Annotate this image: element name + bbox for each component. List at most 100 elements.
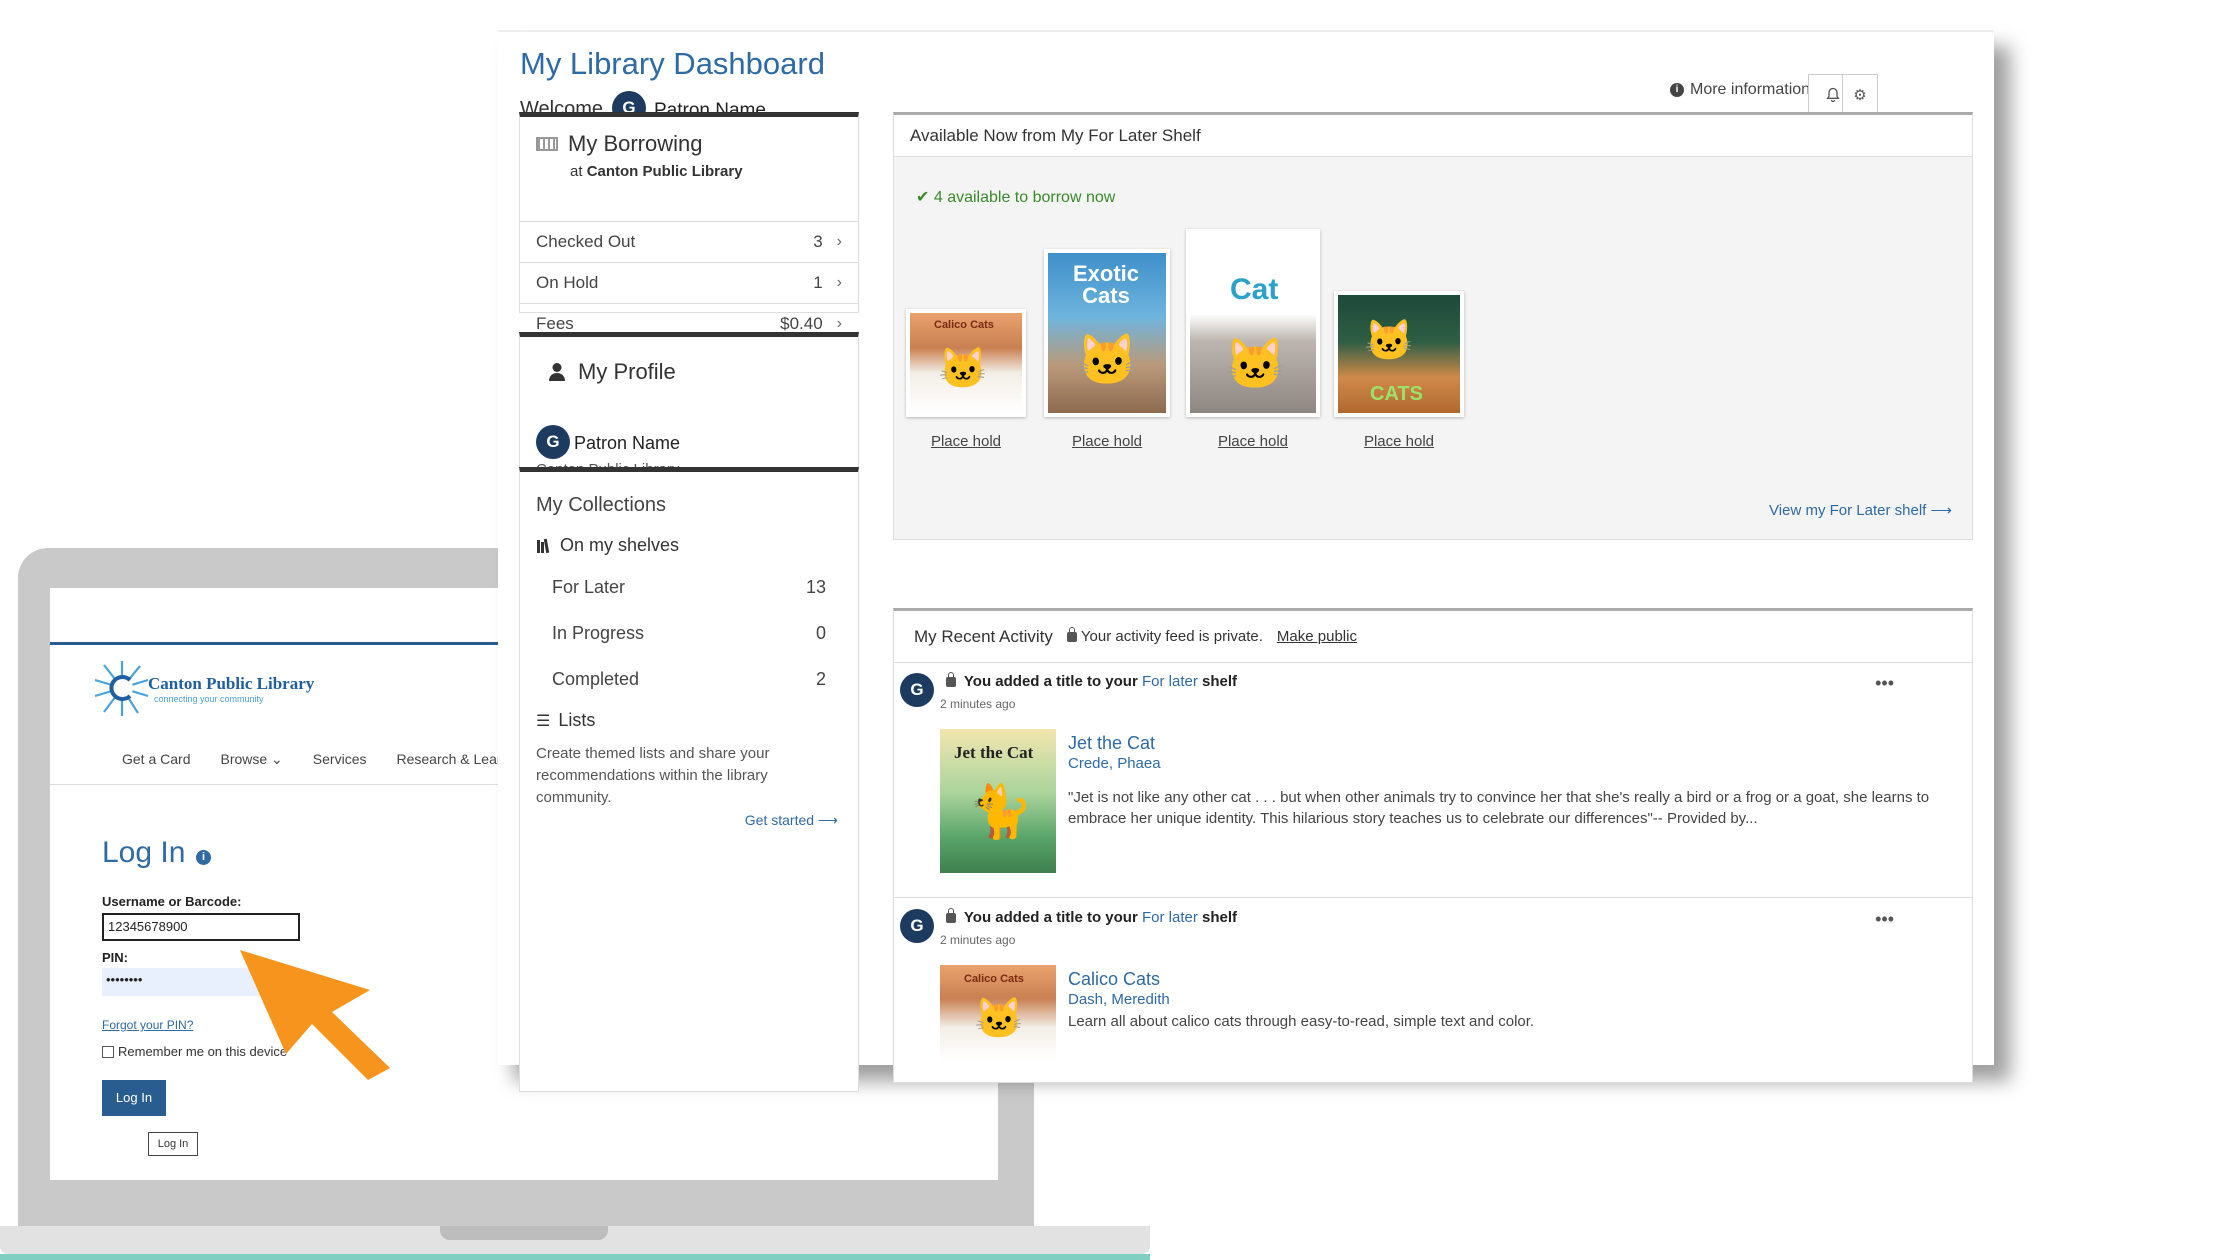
book-description: "Jet is not like any other cat . . . but… (1068, 789, 1930, 827)
make-public-link[interactable]: Make public (1277, 628, 1357, 645)
cat-icon: 🐈 (968, 783, 1033, 841)
shelf-for-later[interactable]: For Later 13 (520, 564, 858, 610)
avatar[interactable]: G (536, 425, 570, 459)
bookshelf-icon (537, 538, 550, 553)
dashboard-window: My Library Dashboard Welcome, G Patron N… (498, 30, 1994, 1092)
recent-activity-header: My Recent Activity Your activity feed is… (894, 611, 1972, 663)
borrowing-library: at Canton Public Library (570, 163, 842, 180)
chevron-right-icon: › (836, 233, 842, 250)
activity-prefix: You added a title to your (963, 909, 1138, 926)
shelf-link[interactable]: For later (1142, 909, 1198, 926)
nav-browse[interactable]: Browse ⌄ (220, 751, 282, 768)
shelf-count: 2 (815, 668, 826, 689)
shelf-completed[interactable]: Completed 2 (520, 656, 858, 702)
forgot-pin-link[interactable]: Forgot your PIN? (102, 1018, 193, 1032)
more-options-icon[interactable]: ••• (1875, 909, 1894, 930)
chevron-right-icon: › (836, 274, 842, 291)
list-icon: ☰ (536, 712, 551, 730)
on-my-shelves[interactable]: On my shelves (520, 527, 858, 564)
at-label: at (570, 163, 583, 180)
profile-header: My Profile (520, 337, 858, 395)
cat-face-icon: 🐱 (1224, 336, 1287, 392)
settings-button[interactable]: ⚙ (1842, 74, 1878, 116)
place-hold-link[interactable]: Place hold (1193, 433, 1313, 450)
login-button-outline[interactable]: Log In (148, 1132, 198, 1156)
activity-time: 2 minutes ago (940, 697, 1016, 711)
activity-text: You added a title to your For later shel… (946, 672, 1238, 690)
view-for-later-shelf-link[interactable]: View my For Later shelf ⟶ (1769, 501, 1952, 519)
login-button[interactable]: Log In (102, 1080, 166, 1116)
privacy-status: Your activity feed is private. (1066, 627, 1263, 645)
activity-divider (894, 897, 1972, 898)
place-hold-link[interactable]: Place hold (1339, 433, 1459, 450)
book-cover-calico-cats[interactable]: Calico Cats 🐱 (906, 309, 1026, 417)
checked-out-row[interactable]: Checked Out 3 › (520, 221, 858, 262)
main-nav: Get a Card Browse ⌄ Services Research & … (122, 751, 509, 768)
pointer-arrow-icon (240, 950, 390, 1080)
more-options-icon[interactable]: ••• (1875, 673, 1894, 694)
remember-checkbox[interactable] (102, 1045, 114, 1058)
cat-face-icon: 🐱 (938, 347, 988, 391)
shelf-link[interactable]: For later (1142, 673, 1198, 690)
username-input[interactable]: 12345678900 (102, 913, 300, 941)
activity-suffix: shelf (1202, 909, 1238, 926)
lists[interactable]: ☰ Lists (520, 702, 858, 739)
book-cover-calico-cats[interactable]: Calico Cats 🐱 (940, 965, 1056, 1061)
avatar[interactable]: G (900, 673, 934, 707)
nav-get-a-card[interactable]: Get a Card (122, 751, 190, 768)
top-border (498, 30, 1994, 32)
book-cover-cat[interactable]: Cat 🐱 (1186, 229, 1320, 417)
pin-label: PIN: (102, 950, 128, 965)
place-hold-link[interactable]: Place hold (906, 433, 1026, 450)
shelves-label: On my shelves (560, 535, 680, 555)
cat-face-icon: 🐱 (1364, 319, 1414, 363)
nav-services[interactable]: Services (313, 751, 367, 768)
book-cover-jet-the-cat[interactable]: Jet the Cat 🐈 (940, 729, 1056, 873)
cover-title: Exotic Cats (1072, 261, 1140, 308)
info-icon[interactable]: i (196, 850, 211, 865)
lock-icon (1066, 627, 1077, 642)
available-count-text: 4 available to borrow now (933, 189, 1116, 206)
nav-research-learn[interactable]: Research & Learn (396, 751, 509, 768)
row-right: $0.40 › (780, 314, 842, 334)
borrowing-header: My Borrowing at Canton Public Library (520, 117, 858, 221)
book-author-link[interactable]: Crede, Phaea (1068, 755, 1161, 772)
lock-icon (946, 908, 956, 923)
shelf-in-progress[interactable]: In Progress 0 (520, 610, 858, 656)
username-label: Username or Barcode: (102, 894, 242, 909)
book-title-link[interactable]: Calico Cats (1068, 969, 1160, 990)
book-cover-cats[interactable]: 🐱 CATS (1334, 291, 1464, 417)
shelf-label: In Progress (552, 622, 645, 643)
chevron-right-icon: › (836, 315, 842, 332)
book-author-link[interactable]: Dash, Meredith (1068, 991, 1170, 1008)
on-hold-row[interactable]: On Hold 1 › (520, 262, 858, 303)
row-label: Checked Out (536, 232, 636, 251)
shelf-label: Completed (552, 668, 640, 689)
more-information-dropdown[interactable]: i More information ▼ (1670, 81, 1826, 99)
available-now-panel: Available Now from My For Later Shelf ✔ … (893, 112, 1973, 540)
library-logo[interactable]: Canton Public Library connecting your co… (92, 658, 314, 728)
recent-activity-title: My Recent Activity (914, 626, 1053, 646)
lock-icon (946, 672, 956, 687)
place-hold-link[interactable]: Place hold (1047, 433, 1167, 450)
row-value: 3 (813, 232, 823, 251)
cover-title: Calico Cats (964, 973, 1024, 985)
cover-title: CATS (1370, 383, 1423, 405)
avatar[interactable]: G (900, 909, 934, 943)
get-started-link[interactable]: Get started ⟶ (745, 812, 838, 829)
activity-suffix: shelf (1202, 673, 1238, 690)
shelf-count: 0 (815, 622, 826, 643)
collections-panel: My Collections On my shelves For Later 1… (519, 467, 859, 1092)
shelf-count: 13 (805, 576, 826, 597)
activity-item: G You added a title to your For later sh… (894, 663, 1972, 901)
cover-title: Cat (1230, 273, 1279, 306)
borrowing-library-name: Canton Public Library (586, 163, 743, 180)
book-cover-exotic-cats[interactable]: Exotic Cats 🐱 (1044, 249, 1170, 417)
recent-activity-panel: My Recent Activity Your activity feed is… (893, 608, 1973, 1083)
row-right: 1 › (813, 273, 842, 293)
book-title-link[interactable]: Jet the Cat (1068, 733, 1155, 754)
collections-title: My Collections (536, 494, 667, 516)
laptop-base (0, 1226, 1150, 1254)
user-icon (549, 363, 565, 381)
borrowing-title-row: My Borrowing (536, 131, 842, 157)
